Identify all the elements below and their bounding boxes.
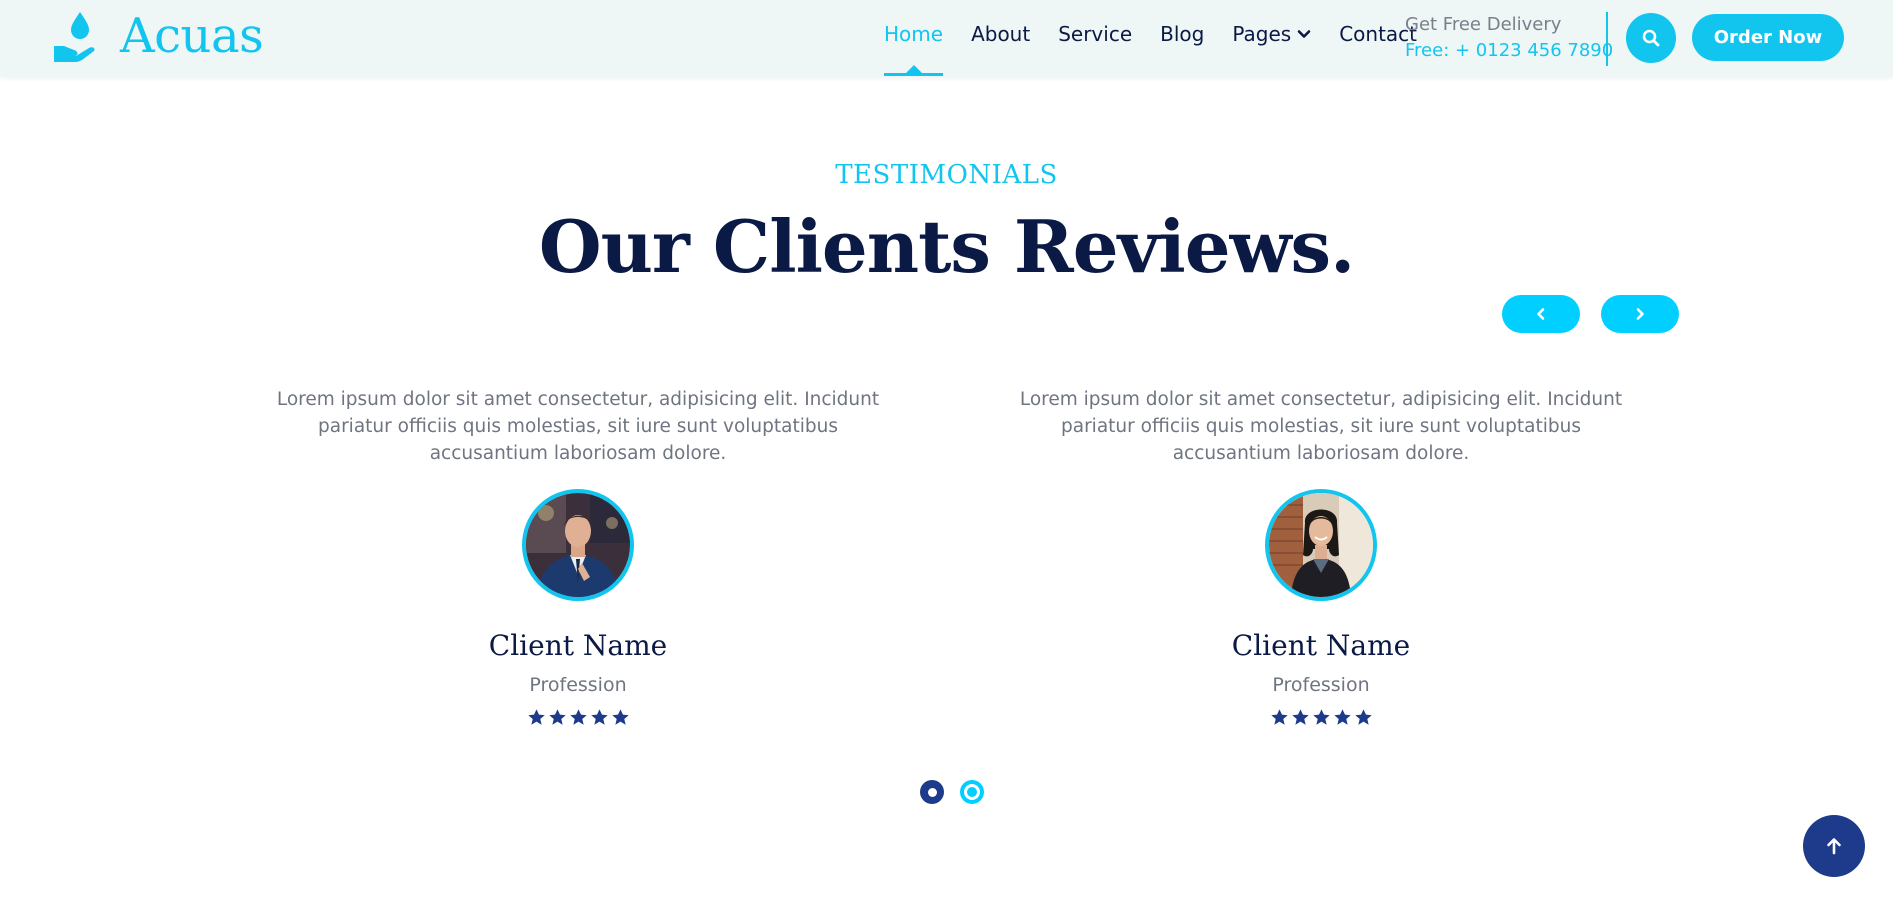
nav-about[interactable]: About — [971, 22, 1030, 46]
man-in-suit-photo — [526, 493, 630, 597]
star-icon — [527, 709, 545, 725]
client-profession: Profession — [1272, 674, 1370, 696]
star-icon — [1354, 709, 1372, 725]
delivery-label: Get Free Delivery — [1405, 14, 1562, 35]
water-hand-logo-icon — [54, 12, 95, 62]
testimonial-card: Lorem ipsum dolor sit amet consectetur, … — [258, 386, 898, 727]
delivery-phone[interactable]: Free: + 0123 456 7890 — [1405, 38, 1613, 64]
arrow-up-icon — [1827, 838, 1841, 855]
logo-text: Acuas — [120, 8, 264, 64]
nav-home[interactable]: Home — [884, 22, 944, 76]
chevron-right-icon — [1636, 308, 1644, 320]
nav-blog[interactable]: Blog — [1160, 22, 1204, 46]
woman-smiling-photo — [1269, 493, 1373, 597]
navbar: Acuas Home About Service Blog Pages Cont… — [0, 0, 1893, 77]
client-name: Client Name — [1231, 629, 1411, 662]
carousel-next-button[interactable] — [1601, 295, 1679, 333]
chevron-left-icon — [1537, 308, 1545, 320]
star-icon — [1312, 709, 1330, 725]
carousel-dots — [920, 780, 984, 804]
client-avatar — [1265, 489, 1377, 601]
testimonial-quote: Lorem ipsum dolor sit amet consectetur, … — [276, 389, 880, 464]
client-profession: Profession — [529, 674, 627, 696]
star-rating — [1001, 708, 1641, 727]
carousel-dot-2[interactable] — [960, 780, 984, 804]
star-icon — [590, 709, 608, 725]
main-nav: Home About Service Blog Pages Contact — [884, 22, 1445, 76]
carousel-dot-1[interactable] — [920, 780, 944, 804]
nav-pages-label: Pages — [1232, 22, 1292, 46]
section-eyebrow: TESTIMONIALS — [835, 160, 1058, 190]
nav-service[interactable]: Service — [1058, 22, 1132, 46]
back-to-top-button[interactable] — [1803, 815, 1865, 877]
testimonial-card: Lorem ipsum dolor sit amet consectetur, … — [1001, 386, 1641, 727]
header-divider — [1606, 12, 1608, 66]
star-icon — [1333, 709, 1351, 725]
testimonial-quote: Lorem ipsum dolor sit amet consectetur, … — [1019, 389, 1623, 464]
delivery-info: Get Free Delivery Free: + 0123 456 7890 — [1405, 12, 1613, 64]
star-icon — [1291, 709, 1309, 725]
search-icon — [1642, 29, 1660, 47]
chevron-down-icon — [1297, 30, 1311, 38]
client-name: Client Name — [488, 629, 668, 662]
star-icon — [569, 709, 587, 725]
star-rating — [258, 708, 898, 727]
client-avatar — [522, 489, 634, 601]
carousel-prev-button[interactable] — [1502, 295, 1580, 333]
star-icon — [1270, 709, 1288, 725]
star-icon — [548, 709, 566, 725]
search-button[interactable] — [1626, 13, 1676, 63]
section-title: Our Clients Reviews. — [538, 204, 1355, 289]
logo[interactable]: Acuas — [52, 8, 264, 64]
star-icon — [611, 709, 629, 725]
order-now-button[interactable]: Order Now — [1692, 14, 1844, 61]
nav-pages[interactable]: Pages — [1232, 22, 1311, 46]
